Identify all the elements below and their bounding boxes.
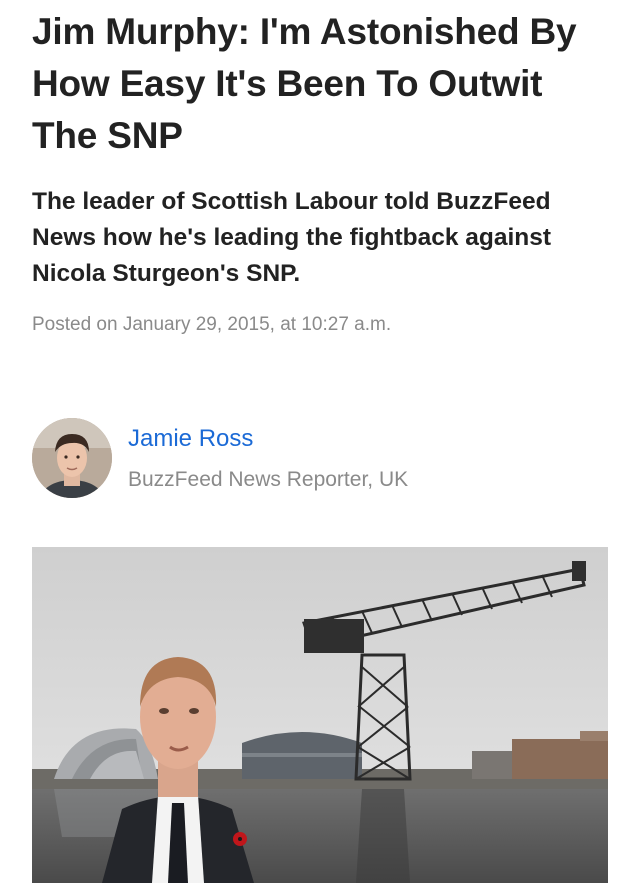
author-byline: Jamie Ross BuzzFeed News Reporter, UK xyxy=(32,418,592,498)
article-headline: Jim Murphy: I'm Astonished By How Easy I… xyxy=(32,11,577,156)
article-hero-image xyxy=(32,547,608,883)
posted-timestamp: Posted on January 29, 2015, at 10:27 a.m… xyxy=(32,314,392,335)
author-avatar[interactable] xyxy=(32,418,112,498)
author-avatar-image xyxy=(32,418,112,498)
author-title: BuzzFeed News Reporter, UK xyxy=(128,468,409,491)
article-header: Jim Murphy: I'm Astonished By How Easy I… xyxy=(32,0,612,338)
author-name-link[interactable]: Jamie Ross xyxy=(128,424,253,454)
hero-photo xyxy=(32,547,608,883)
article-dek: The leader of Scottish Labour told BuzzF… xyxy=(32,188,552,287)
